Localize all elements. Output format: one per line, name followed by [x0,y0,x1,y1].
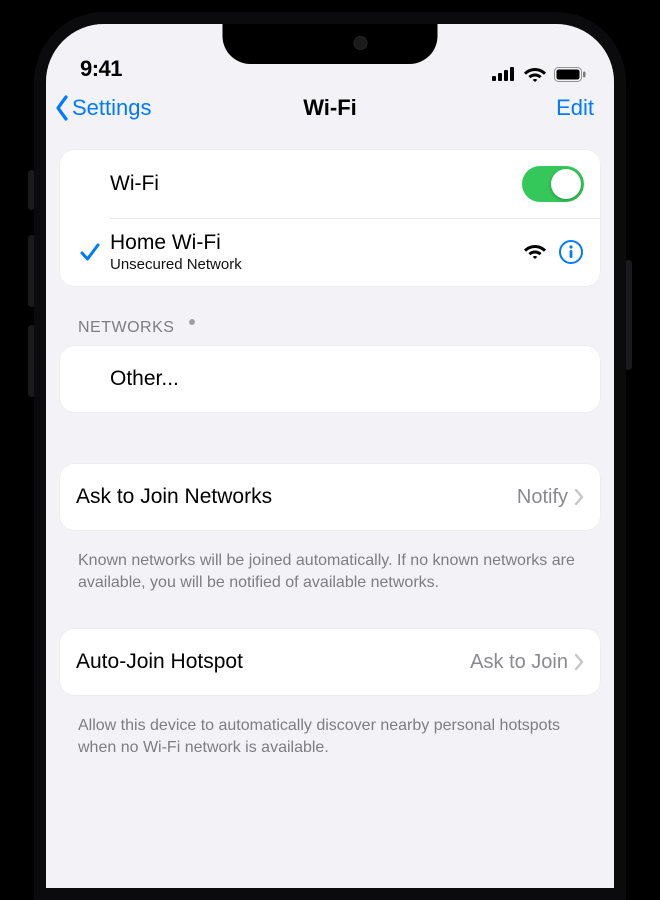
connected-network-subtitle: Unsecured Network [110,256,524,274]
auto-hotspot-footer: Allow this device to automatically disco… [60,705,600,758]
ask-to-join-label: Ask to Join Networks [76,485,517,509]
content: Wi-Fi Home Wi-Fi Unsecured Network [46,132,614,758]
chevron-right-icon [574,488,584,506]
auto-hotspot-group: Auto-Join Hotspot Ask to Join [60,629,600,695]
wifi-toggle-row: Wi-Fi [60,150,600,218]
info-icon[interactable] [558,239,584,265]
wifi-toggle[interactable] [522,166,584,202]
connected-network-row[interactable]: Home Wi-Fi Unsecured Network [60,218,600,286]
status-time: 9:41 [80,56,122,82]
wifi-group: Wi-Fi Home Wi-Fi Unsecured Network [60,150,600,286]
ask-to-join-footer: Known networks will be joined automatica… [60,540,600,593]
power-button [625,260,632,370]
phone-frame: 9:41 Settings Wi-Fi Edit [34,12,626,900]
nav-bar: Settings Wi-Fi Edit [46,86,614,132]
auto-hotspot-label: Auto-Join Hotspot [76,650,470,674]
auto-hotspot-row[interactable]: Auto-Join Hotspot Ask to Join [60,629,600,695]
wifi-toggle-label: Wi-Fi [76,172,522,196]
wifi-status-icon [524,66,546,82]
cellular-icon [492,67,516,81]
other-network-row[interactable]: Other... [60,346,600,412]
connected-network-name: Home Wi-Fi [110,230,524,255]
screen: 9:41 Settings Wi-Fi Edit [46,24,614,888]
wifi-signal-icon [524,244,546,261]
spinner-icon [182,318,202,338]
back-label: Settings [72,95,152,121]
networks-header-label: NETWORKS [78,319,174,337]
networks-header: NETWORKS [60,318,600,346]
other-networks-group: Other... [60,346,600,412]
ask-to-join-value: Notify [517,486,568,509]
status-icons [492,66,586,82]
checkmark-icon [79,241,101,263]
notch [223,24,438,64]
auto-hotspot-value: Ask to Join [470,651,568,674]
chevron-left-icon [52,94,72,122]
battery-icon [554,67,586,82]
edit-button[interactable]: Edit [556,95,600,121]
ask-to-join-group: Ask to Join Networks Notify [60,464,600,530]
other-network-label: Other... [76,367,584,391]
chevron-right-icon [574,653,584,671]
back-button[interactable]: Settings [52,94,152,122]
ask-to-join-row[interactable]: Ask to Join Networks Notify [60,464,600,530]
